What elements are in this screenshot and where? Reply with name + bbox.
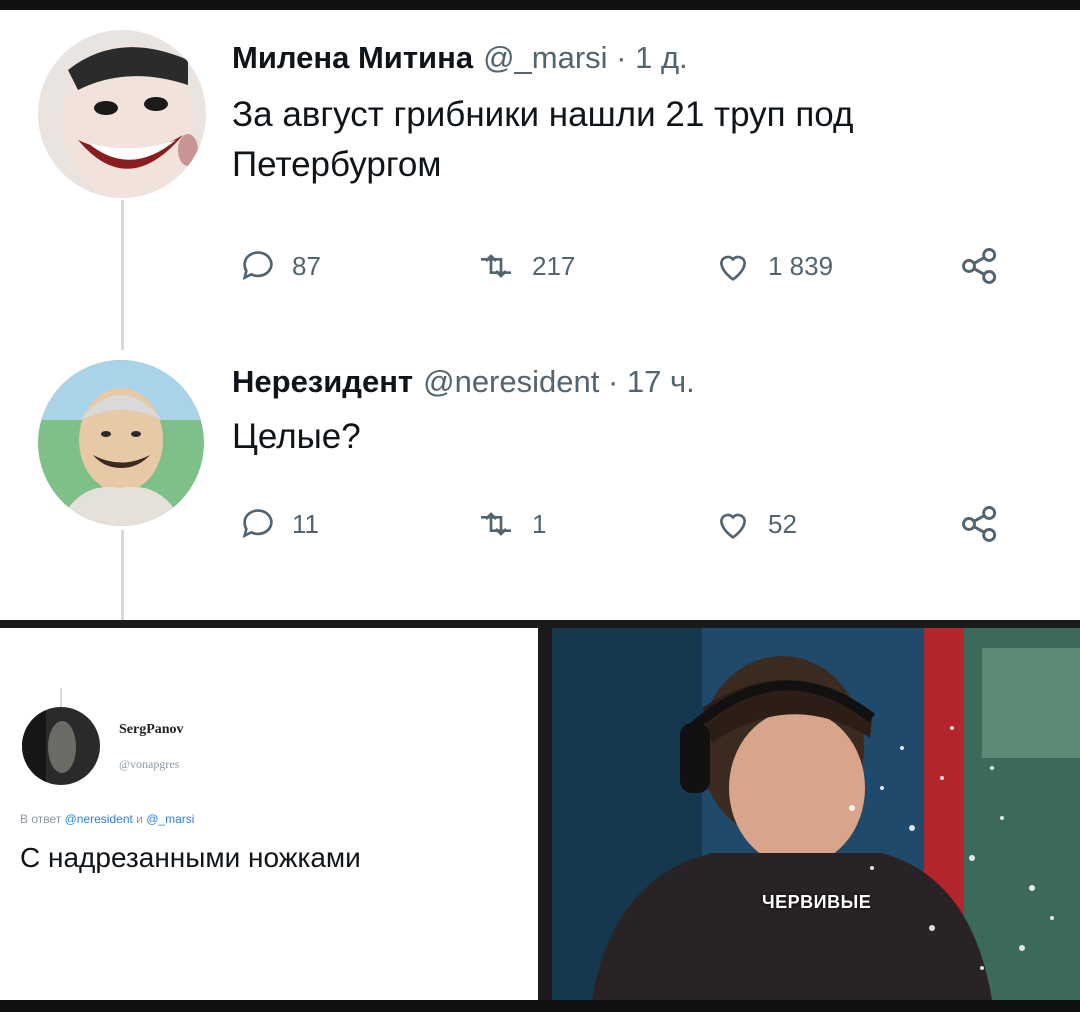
retweet-icon — [481, 512, 511, 536]
avatar-sergpanov-image — [22, 707, 100, 785]
tweet2-like-button[interactable]: 52 — [712, 504, 797, 544]
meme-photo: ЧЕРВИВЫЕ — [552, 628, 1080, 1000]
top-border — [0, 0, 1080, 10]
reply-icon — [242, 251, 273, 281]
avatar-neresident-image — [38, 360, 204, 526]
reply-thread-line — [60, 688, 62, 708]
reply-icon — [242, 509, 273, 539]
tweet2-reply-count: 11 — [292, 508, 319, 539]
thread-line-2 — [121, 530, 124, 620]
avatar-sergpanov[interactable] — [22, 707, 100, 785]
thread-line-1 — [121, 200, 124, 350]
tweet2-reply-button[interactable]: 11 — [238, 504, 319, 544]
tweet2-author-name[interactable]: Нерезидент — [232, 364, 413, 399]
reply-mention-neresident[interactable]: @neresident — [65, 812, 133, 826]
tweet2-retweet-count: 1 — [532, 508, 547, 539]
tweet1-text-line2: Петербургом — [232, 145, 442, 184]
tweet2-meta[interactable]: @neresident · 17 ч. — [423, 364, 695, 399]
meme-caption: ЧЕРВИВЫЕ — [762, 892, 872, 912]
reply-text: С надрезанными ножками — [20, 842, 361, 873]
tweet1-like-button[interactable]: 1 839 — [712, 246, 833, 286]
avatar-neresident[interactable] — [38, 360, 204, 526]
meme-photo-image — [552, 628, 1080, 1000]
avatar-milena-image — [38, 30, 206, 198]
bottom-border — [0, 1000, 1080, 1012]
tweet1-reply-button[interactable]: 87 — [238, 246, 321, 286]
reply-to-line: В ответ @neresident и @_marsi — [20, 812, 194, 826]
tweet1-retweet-count: 217 — [532, 250, 576, 281]
tweet1-meta[interactable]: @_marsi · 1 д. — [483, 40, 688, 75]
tweet1-author-name[interactable]: Милена Митина — [232, 40, 473, 75]
share-icon — [962, 248, 997, 284]
tweet1-share-button[interactable] — [958, 244, 1002, 288]
tweet1-text: За август грибники нашли 21 труп под Пет… — [232, 90, 1062, 190]
tweet2-retweet-button[interactable]: 1 — [474, 504, 546, 544]
tweet1-header: Милена Митина @_marsi · 1 д. — [232, 40, 688, 76]
vertical-divider — [538, 626, 552, 1002]
tweet2-text: Целые? — [232, 417, 361, 456]
tweet2-like-count: 52 — [768, 508, 797, 539]
reply-to-and: и — [136, 812, 143, 826]
reply-author-name[interactable]: SergPanov — [119, 722, 184, 738]
tweet2-share-button[interactable] — [958, 502, 1002, 546]
tweet1-text-line1: За август грибники нашли 21 труп под — [232, 95, 854, 134]
reply-author-handle[interactable]: @vonapgres — [119, 757, 179, 772]
share-icon — [962, 506, 997, 542]
tweet2-header: Нерезидент @neresident · 17 ч. — [232, 364, 695, 400]
heart-icon — [719, 255, 747, 281]
reply-to-prefix: В ответ — [20, 812, 62, 826]
retweet-icon — [481, 254, 511, 278]
avatar-milena[interactable] — [38, 30, 206, 198]
tweet1-reply-count: 87 — [292, 250, 321, 281]
tweet1-like-count: 1 839 — [768, 250, 834, 281]
reply-mention-marsi[interactable]: @_marsi — [146, 812, 194, 826]
heart-icon — [719, 513, 747, 539]
tweet1-retweet-button[interactable]: 217 — [474, 246, 575, 286]
